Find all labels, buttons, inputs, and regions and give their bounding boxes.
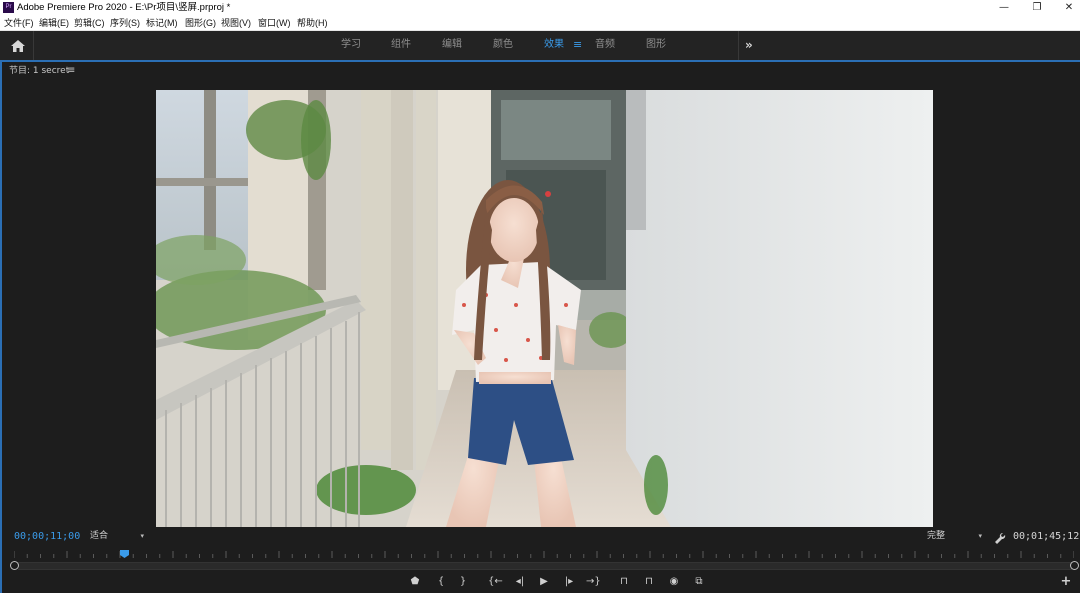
export-frame-button[interactable]: ◉ — [667, 576, 681, 588]
panel-focus-border — [0, 62, 2, 593]
close-button[interactable]: ✕ — [1052, 0, 1080, 16]
playback-resolution-dropdown[interactable]: 完整 ▾ — [927, 530, 984, 543]
title-bar: Pr Adobe Premiere Pro 2020 - E:\Pr项目\竖屏.… — [0, 0, 1080, 16]
menu-markers[interactable]: 标记(M) — [146, 17, 178, 29]
more-workspaces-icon[interactable]: » — [745, 37, 753, 53]
mark-in-button[interactable]: { — [434, 576, 448, 588]
tab-learning[interactable]: 学习 — [341, 38, 361, 52]
tab-audio[interactable]: 音频 — [595, 38, 615, 52]
settings-wrench-icon[interactable] — [994, 530, 1006, 544]
workspace-divider — [33, 31, 34, 60]
tab-effects[interactable]: 效果 — [544, 38, 564, 52]
tab-assembly[interactable]: 组件 — [391, 38, 411, 52]
play-button[interactable]: ▶ — [537, 576, 551, 588]
go-to-out-button[interactable]: →} — [586, 576, 601, 588]
minimize-button[interactable]: — — [987, 0, 1021, 16]
chevron-down-icon: ▾ — [140, 532, 144, 540]
program-monitor-video-frame[interactable] — [156, 90, 933, 527]
workspace-divider — [738, 31, 739, 60]
playhead-timecode[interactable]: 00;00;11;00 — [14, 531, 80, 543]
duration-timecode: 00;01;45;12 — [1013, 531, 1080, 542]
workspace-bar: 学习 组件 编辑 颜色 效果 ≡ 音频 图形 » — [0, 31, 1080, 60]
step-forward-button[interactable]: |▸ — [562, 576, 576, 588]
zoom-level-dropdown[interactable]: 适合 ▾ — [90, 530, 146, 543]
time-ruler[interactable] — [14, 548, 1074, 558]
zoom-scrollbar[interactable] — [18, 562, 1072, 570]
menu-view[interactable]: 视图(V) — [221, 17, 251, 29]
playhead-marker[interactable] — [120, 550, 130, 558]
panel-title[interactable]: 节目: 1 secret — [9, 66, 69, 77]
zoom-level-value: 适合 — [90, 531, 109, 541]
add-marker-button[interactable]: ⬟ — [408, 576, 422, 588]
lift-button[interactable]: ⊓ — [617, 576, 631, 588]
menu-file[interactable]: 文件(F) — [4, 17, 34, 29]
button-editor-add-button[interactable]: + — [1060, 575, 1072, 588]
tab-color[interactable]: 颜色 — [493, 38, 513, 52]
workspace-menu-icon[interactable]: ≡ — [573, 38, 582, 52]
menu-help[interactable]: 帮助(H) — [297, 17, 328, 29]
zoom-scrollbar-right-handle[interactable] — [1070, 561, 1079, 570]
menu-graphics[interactable]: 图形(G) — [185, 17, 216, 29]
menu-edit[interactable]: 编辑(E) — [39, 17, 69, 29]
premiere-app-icon: Pr — [3, 2, 14, 13]
mark-out-button[interactable]: } — [456, 576, 470, 588]
window-title: Adobe Premiere Pro 2020 - E:\Pr项目\竖屏.prp… — [17, 2, 231, 13]
video-frame-image — [156, 90, 933, 527]
zoom-scrollbar-left-handle[interactable] — [10, 561, 19, 570]
go-to-in-button[interactable]: {← — [488, 576, 503, 588]
extract-button[interactable]: ⊓ — [642, 576, 656, 588]
step-back-button[interactable]: ◂| — [513, 576, 527, 588]
playback-resolution-value: 完整 — [927, 531, 946, 541]
menu-bar: 文件(F) 编辑(E) 剪辑(C) 序列(S) 标记(M) 图形(G) 视图(V… — [0, 16, 1080, 31]
menu-clip[interactable]: 剪辑(C) — [74, 17, 105, 29]
menu-sequence[interactable]: 序列(S) — [110, 17, 140, 29]
tab-editing[interactable]: 编辑 — [442, 38, 462, 52]
comparison-view-button[interactable]: ⧉ — [692, 576, 706, 588]
menu-window[interactable]: 窗口(W) — [258, 17, 291, 29]
home-icon[interactable] — [10, 38, 26, 52]
chevron-down-icon: ▾ — [978, 532, 982, 540]
tab-graphics[interactable]: 图形 — [646, 38, 666, 52]
restore-button[interactable]: ❐ — [1020, 0, 1054, 16]
panel-menu-icon[interactable]: ≡ — [67, 65, 75, 76]
